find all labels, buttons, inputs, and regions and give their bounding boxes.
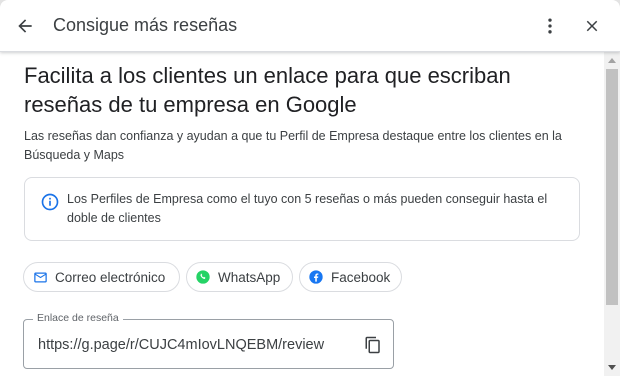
page-description: Las reseñas dan confianza y ayudan a que… — [24, 129, 562, 162]
mail-icon — [32, 269, 48, 285]
arrow-back-icon — [18, 19, 32, 33]
dialog-header: Consigue más reseñas — [0, 0, 620, 52]
share-email-label: Correo electrónico — [55, 269, 166, 285]
copy-link-button[interactable] — [359, 331, 387, 359]
scroll-down-arrow-icon[interactable] — [604, 360, 620, 376]
share-facebook-label: Facebook — [331, 269, 391, 285]
get-more-reviews-dialog: Consigue más reseñas Facilita a los clie… — [0, 0, 620, 376]
copy-icon — [365, 336, 380, 354]
share-whatsapp-button[interactable]: WhatsApp — [186, 262, 293, 292]
share-facebook-button[interactable]: Facebook — [299, 262, 402, 292]
back-button[interactable] — [9, 10, 41, 42]
scrollbar-thumb[interactable] — [606, 69, 618, 305]
close-button[interactable] — [576, 10, 608, 42]
page-headline: Facilita a los clientes un enlace para q… — [24, 63, 511, 117]
info-callout: Los Perfiles de Empresa como el tuyo con… — [24, 177, 580, 241]
dialog-content: Facilita a los clientes un enlace para q… — [0, 52, 604, 376]
info-text: Los Perfiles de Empresa como el tuyo con… — [67, 192, 548, 225]
review-link-label: Enlace de reseña — [33, 312, 123, 324]
info-icon — [41, 193, 59, 211]
more-vert-icon — [548, 18, 552, 34]
review-link-value[interactable]: https://g.page/r/CUJC4mIovLNQEBM/review — [38, 337, 324, 353]
review-link-field[interactable]: Enlace de reseña https://g.page/r/CUJC4m… — [23, 312, 394, 369]
share-email-button[interactable]: Correo electrónico — [23, 262, 180, 292]
more-options-button[interactable] — [534, 10, 566, 42]
whatsapp-icon — [195, 269, 211, 285]
dialog-title: Consigue más reseñas — [53, 15, 238, 35]
close-icon — [586, 20, 598, 32]
facebook-icon — [308, 269, 324, 285]
share-whatsapp-label: WhatsApp — [218, 269, 281, 285]
scroll-up-arrow-icon[interactable] — [604, 52, 620, 68]
vertical-scrollbar[interactable] — [604, 52, 620, 376]
